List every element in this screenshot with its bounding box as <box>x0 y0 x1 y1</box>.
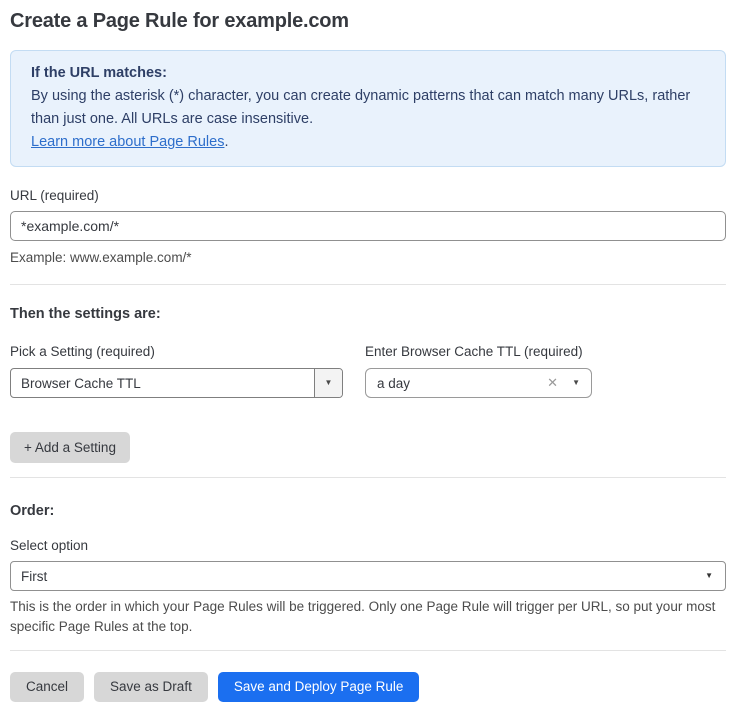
url-field-label: URL (required) <box>10 188 726 203</box>
ttl-picker-select[interactable]: a day ✕ ▼ <box>365 368 592 398</box>
url-match-info-box: If the URL matches: By using the asteris… <box>10 50 726 167</box>
chevron-down-icon: ▼ <box>705 572 713 580</box>
settings-section-heading: Then the settings are: <box>10 306 726 322</box>
learn-more-link[interactable]: Learn more about Page Rules <box>31 134 224 150</box>
clear-icon[interactable]: ✕ <box>547 375 558 391</box>
order-select-value: First <box>21 569 705 584</box>
order-section-heading: Order: <box>10 503 726 519</box>
ttl-picker-column: Enter Browser Cache TTL (required) a day… <box>365 344 592 398</box>
save-as-draft-button[interactable]: Save as Draft <box>94 672 208 702</box>
info-box-heading: If the URL matches: <box>31 62 705 85</box>
divider <box>10 477 726 478</box>
setting-picker-label: Pick a Setting (required) <box>10 344 343 359</box>
link-suffix: . <box>224 134 228 150</box>
info-box-body: By using the asterisk (*) character, you… <box>31 85 705 131</box>
url-example-helper: Example: www.example.com/* <box>10 248 726 268</box>
divider <box>10 650 726 651</box>
ttl-picker-value: a day <box>377 376 547 391</box>
save-and-deploy-button[interactable]: Save and Deploy Page Rule <box>218 672 420 702</box>
order-select[interactable]: First ▼ <box>10 561 726 591</box>
form-actions: Cancel Save as Draft Save and Deploy Pag… <box>10 672 726 702</box>
divider <box>10 284 726 285</box>
info-box-link-line: Learn more about Page Rules. <box>31 131 705 154</box>
setting-picker-select[interactable]: Browser Cache TTL ▼ <box>10 368 343 398</box>
url-input[interactable] <box>10 211 726 241</box>
setting-picker-value: Browser Cache TTL <box>11 369 314 397</box>
page-title: Create a Page Rule for example.com <box>10 10 726 33</box>
chevron-down-icon: ▼ <box>572 379 580 387</box>
settings-row: Pick a Setting (required) Browser Cache … <box>10 344 726 398</box>
order-select-label: Select option <box>10 538 726 553</box>
order-helper-text: This is the order in which your Page Rul… <box>10 597 726 637</box>
ttl-picker-label: Enter Browser Cache TTL (required) <box>365 344 592 359</box>
setting-picker-column: Pick a Setting (required) Browser Cache … <box>10 344 343 398</box>
cancel-button[interactable]: Cancel <box>10 672 84 702</box>
chevron-down-icon: ▼ <box>325 379 333 387</box>
setting-picker-dropdown-button[interactable]: ▼ <box>314 369 342 397</box>
page-rule-form: Create a Page Rule for example.com If th… <box>0 0 736 714</box>
add-setting-button[interactable]: + Add a Setting <box>10 432 130 463</box>
